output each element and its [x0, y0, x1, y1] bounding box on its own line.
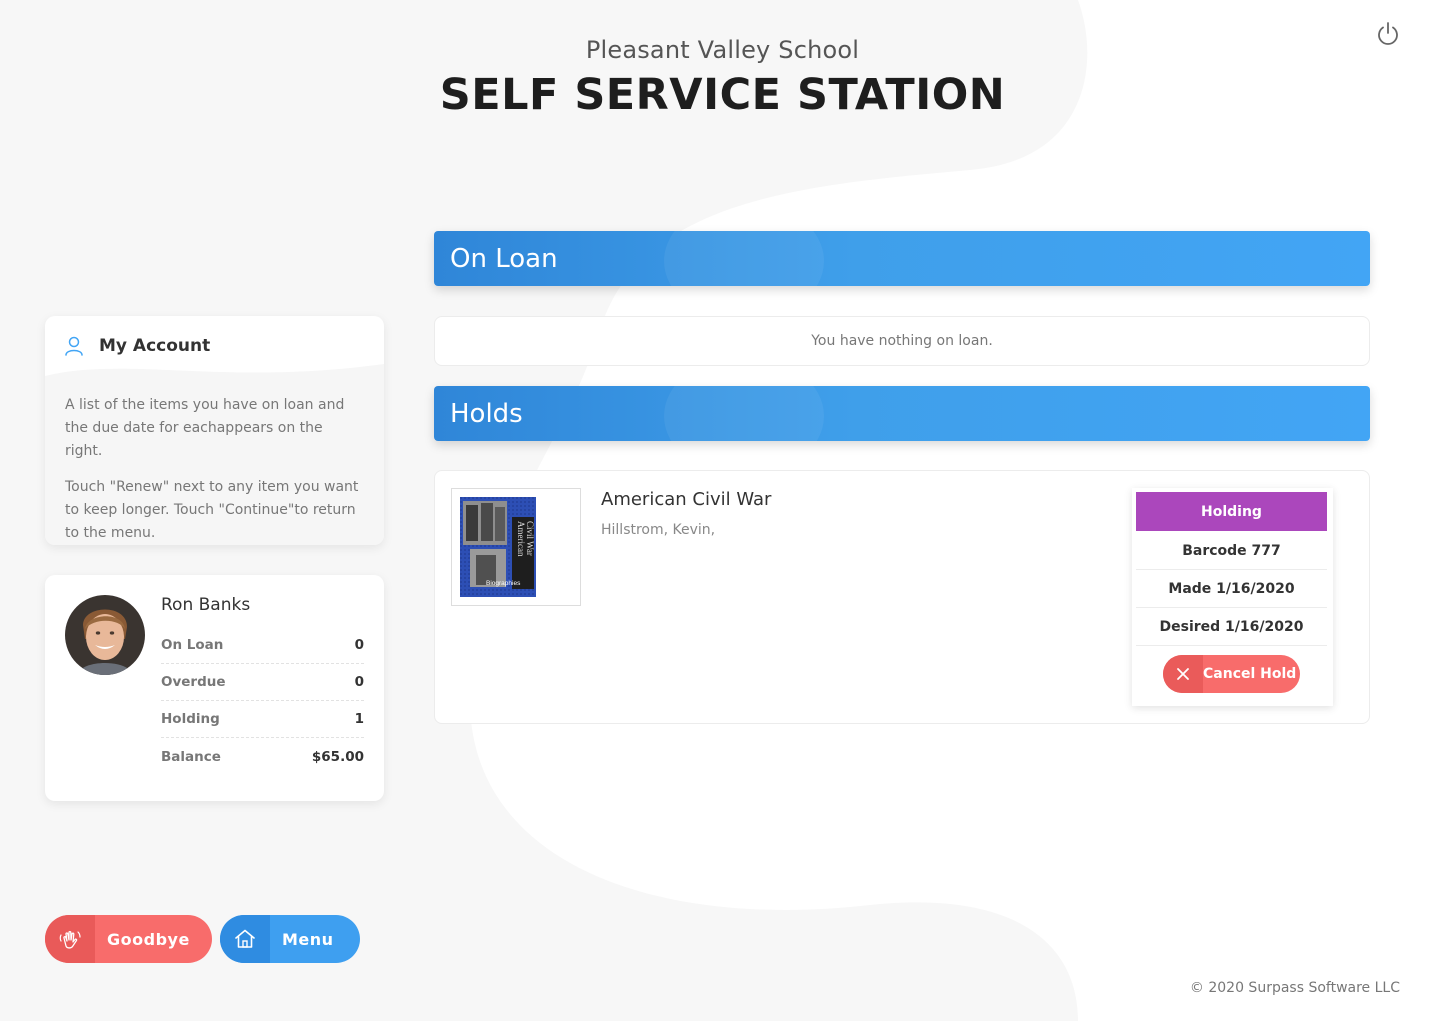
profile-card: Ron Banks On Loan 0 Overdue 0 Holding 1 … — [45, 575, 384, 801]
header-wave — [45, 364, 384, 394]
close-icon — [1177, 668, 1189, 680]
account-description: A list of the items you have on loan and… — [45, 376, 384, 545]
hold-status-panel: Holding Barcode 777 Made 1/16/2020 Desir… — [1132, 488, 1333, 706]
hold-title: American Civil War — [601, 489, 772, 510]
stat-value: 0 — [354, 674, 364, 690]
book-cover-frame: American Civil War Biographies — [451, 488, 581, 606]
account-card: My Account A list of the items you have … — [45, 316, 384, 545]
stat-value: $65.00 — [311, 748, 364, 765]
stat-label: Overdue — [161, 674, 226, 690]
stat-overdue: Overdue 0 — [161, 664, 364, 701]
patron-stats: On Loan 0 Overdue 0 Holding 1 Balance $6… — [161, 627, 364, 775]
cancel-hold-label: Cancel Hold — [1203, 666, 1297, 682]
cover-title-2: Civil War — [525, 521, 535, 556]
goodbye-label: Goodbye — [107, 929, 190, 949]
home-icon — [235, 929, 255, 948]
on-loan-title: On Loan — [450, 243, 558, 274]
wave-hand-icon — [59, 930, 81, 949]
user-icon — [65, 336, 83, 356]
stat-value: 1 — [354, 711, 364, 727]
book-cover: American Civil War Biographies — [460, 497, 536, 597]
patron-name: Ron Banks — [161, 595, 251, 615]
on-loan-header: On Loan — [434, 231, 1370, 286]
school-name: Pleasant Valley School — [585, 36, 860, 64]
stat-value: 0 — [354, 637, 364, 653]
holds-header: Holds — [434, 386, 1370, 441]
copyright: © 2020 Surpass Software LLC — [1189, 980, 1400, 996]
holds-title: Holds — [450, 398, 523, 429]
power-icon — [1378, 22, 1398, 45]
account-paragraph-1: A list of the items you have on loan and… — [65, 397, 345, 459]
account-title: My Account — [99, 336, 211, 356]
avatar — [65, 595, 145, 675]
cover-subtitle: Biographies — [486, 580, 521, 587]
on-loan-empty-message: You have nothing on loan. — [434, 316, 1370, 366]
stat-balance: Balance $65.00 — [161, 738, 364, 775]
hold-item: American Civil War Biographies American … — [434, 470, 1370, 724]
stat-label: Holding — [161, 711, 220, 727]
menu-button[interactable]: Menu — [220, 915, 360, 963]
goodbye-button[interactable]: Goodbye — [45, 915, 212, 963]
stat-on-loan: On Loan 0 — [161, 627, 364, 664]
hold-author: Hillstrom, Kevin, — [601, 522, 716, 538]
stat-holding: Holding 1 — [161, 701, 364, 738]
hold-made-date: Made 1/16/2020 — [1136, 570, 1327, 608]
page-title: SELF SERVICE STATION — [439, 70, 1006, 120]
header: Pleasant Valley School SELF SERVICE STAT… — [0, 36, 1445, 120]
stat-label: On Loan — [161, 637, 224, 653]
power-button[interactable] — [1374, 20, 1402, 48]
status-badge: Holding — [1136, 492, 1327, 531]
menu-label: Menu — [282, 929, 334, 949]
cancel-hold-button[interactable]: Cancel Hold — [1163, 655, 1300, 693]
hold-barcode: Barcode 777 — [1136, 532, 1327, 570]
stat-label: Balance — [161, 748, 221, 765]
hold-desired-date: Desired 1/16/2020 — [1136, 608, 1327, 646]
account-header: My Account — [45, 316, 384, 394]
cover-title-1: American — [516, 521, 526, 557]
account-paragraph-2: Touch "Renew" next to any item you want … — [65, 479, 359, 541]
